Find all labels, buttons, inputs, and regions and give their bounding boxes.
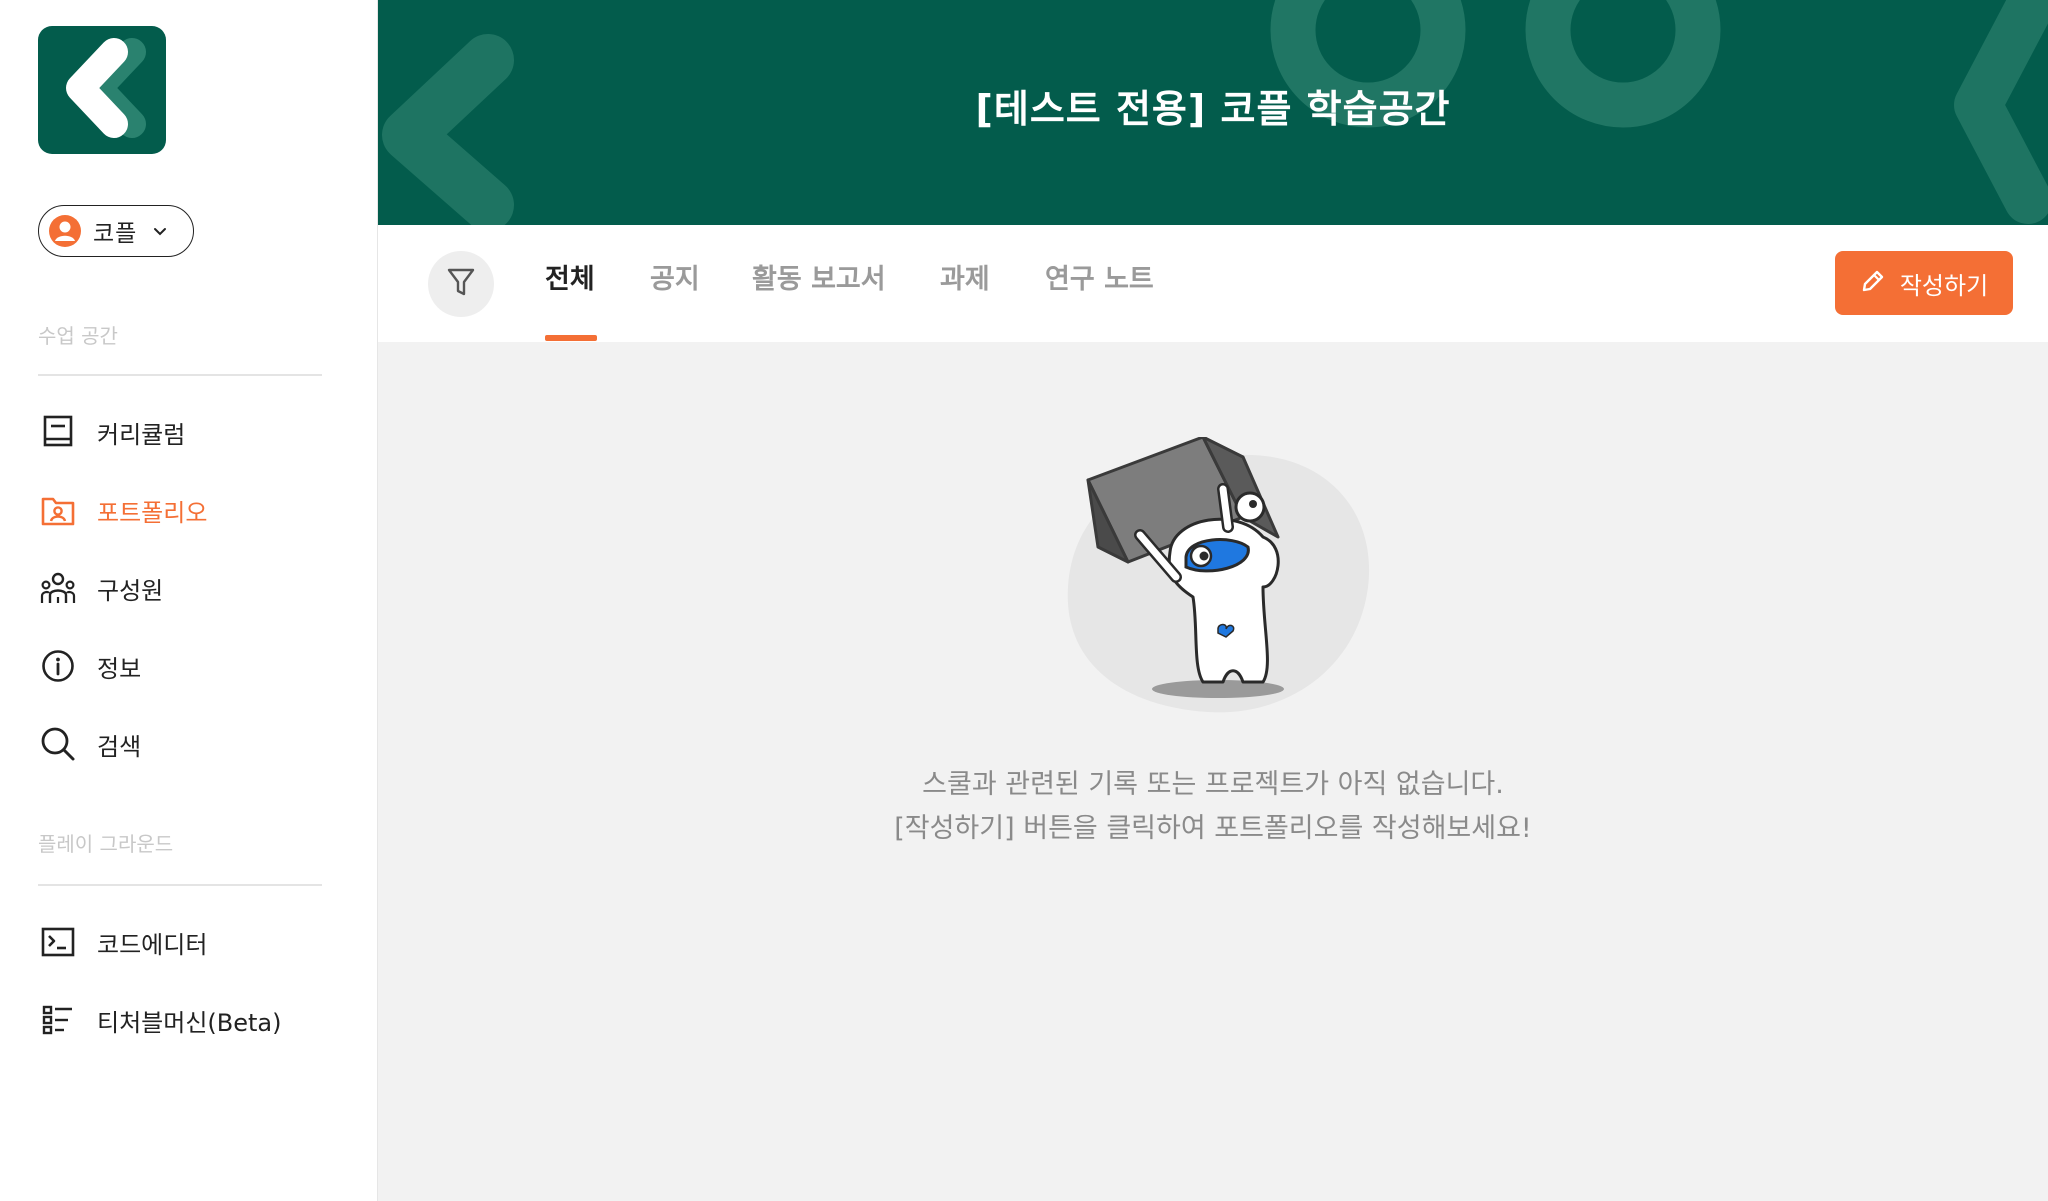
write-button[interactable]: 작성하기 (1835, 251, 2013, 315)
filter-button[interactable] (428, 251, 494, 317)
mascot-box-illustration (1067, 437, 1370, 713)
sidebar-item-label: 정보 (97, 654, 142, 683)
logo-chevron-icon (66, 38, 146, 138)
pencil-icon (1860, 268, 1886, 298)
filter-icon (446, 266, 476, 302)
active-tab-indicator (545, 335, 597, 341)
sidebar-item-members[interactable]: 구성원 (38, 566, 338, 610)
sidebar-item-code-editor[interactable]: 코드에디터 (38, 920, 338, 964)
tab-assignment[interactable]: 과제 (940, 257, 990, 296)
sidebar-item-teachable-machine[interactable]: 티처블머신(Beta) (38, 998, 338, 1042)
list-icon (38, 1000, 78, 1040)
sidebar-item-label: 검색 (97, 732, 142, 761)
terminal-icon (38, 922, 78, 962)
page-banner: [테스트 전용] 코플 학습공간 (378, 0, 2048, 225)
book-icon (38, 412, 78, 452)
sidebar-item-label: 포트폴리오 (97, 498, 208, 527)
members-icon (38, 568, 78, 608)
divider (38, 884, 322, 886)
page-title: [테스트 전용] 코플 학습공간 (975, 87, 1451, 131)
write-button-label: 작성하기 (1899, 271, 1989, 300)
empty-state: 스쿨과 관련된 기록 또는 프로젝트가 아직 없습니다. [작성하기] 버튼을 … (378, 342, 2048, 1201)
sidebar-item-label: 티처블머신(Beta) (97, 1008, 282, 1037)
empty-message-line2: [작성하기] 버튼을 클릭하여 포트폴리오를 작성해보세요! (894, 813, 1532, 844)
tab-activity-report[interactable]: 활동 보고서 (752, 257, 886, 296)
sidebar-item-label: 코드에디터 (97, 930, 208, 959)
sidebar-item-label: 구성원 (97, 576, 164, 605)
user-select[interactable]: 코플 (38, 205, 194, 257)
divider (38, 374, 322, 376)
sidebar-item-label: 커리큘럼 (97, 420, 186, 449)
user-avatar-icon (49, 215, 81, 247)
tab-research-note[interactable]: 연구 노트 (1045, 257, 1154, 296)
empty-message-line1: 스쿨과 관련된 기록 또는 프로젝트가 아직 없습니다. (922, 769, 1504, 800)
info-icon (38, 646, 78, 686)
search-icon (38, 724, 78, 764)
sidebar-item-portfolio[interactable]: 포트폴리오 (38, 488, 338, 532)
tab-notice[interactable]: 공지 (650, 257, 700, 296)
section-label-class: 수업 공간 (38, 324, 118, 348)
user-name: 코플 (93, 221, 138, 247)
sidebar: 코플 수업 공간 커리큘럼 포트폴리오 구성원 정보 검색 플레이 그라운드 코… (0, 0, 378, 1201)
section-label-playground: 플레이 그라운드 (38, 832, 174, 856)
tab-all[interactable]: 전체 (545, 257, 595, 296)
tab-bar: 전체 공지 활동 보고서 과제 연구 노트 작성하기 (378, 225, 2048, 342)
sidebar-item-curriculum[interactable]: 커리큘럼 (38, 410, 338, 454)
app-logo[interactable] (38, 26, 166, 154)
portfolio-icon (38, 490, 78, 530)
sidebar-item-search[interactable]: 검색 (38, 722, 338, 766)
chevron-down-icon (153, 222, 167, 241)
sidebar-item-info[interactable]: 정보 (38, 644, 338, 688)
